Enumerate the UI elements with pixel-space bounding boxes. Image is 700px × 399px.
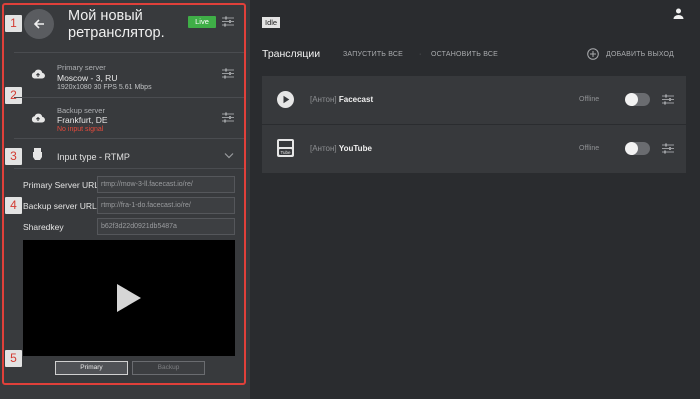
play-icon[interactable] <box>117 284 141 312</box>
relay-title: Мой новый ретранслятор. <box>68 8 165 41</box>
toggle-knob <box>625 142 638 155</box>
input-type-label[interactable]: Input type - RTMP <box>57 152 130 162</box>
add-output-button[interactable]: ДОБАВИТЬ ВЫХОД <box>606 51 674 58</box>
stop-all-button[interactable]: ОСТАНОВИТЬ ВСЕ <box>431 51 498 58</box>
primary-server-stats: 1920x1080 30 FPS 5.61 Mbps <box>57 84 152 91</box>
stream-row[interactable]: [Антон] Facecast Offline <box>262 76 686 124</box>
sharedkey-field[interactable]: b62f3d22d0921db5487a <box>97 218 235 235</box>
annotation-marker-5: 5 <box>5 350 22 367</box>
relay-settings-panel: 1 2 3 4 5 Мой новый ретранслятор. Live P… <box>0 0 250 399</box>
svg-text:Tube: Tube <box>280 150 291 155</box>
sharedkey-label: Sharedkey <box>23 222 64 232</box>
stream-name: [Антон] YouTube <box>310 144 372 153</box>
stream-toggle[interactable] <box>625 142 650 155</box>
backup-server-error: No input signal <box>57 126 104 133</box>
stream-row[interactable]: Tube [Антон] YouTube Offline <box>262 125 686 173</box>
chevron-down-icon[interactable] <box>224 152 234 159</box>
stream-owner: [Антон] <box>310 144 337 153</box>
user-account-icon[interactable] <box>673 8 684 19</box>
play-circle-icon <box>277 91 294 108</box>
separator-dot: · <box>419 51 422 58</box>
backup-server-location: Frankfurt, DE <box>57 115 108 125</box>
annotation-marker-3: 3 <box>5 148 22 165</box>
stream-settings-icon[interactable] <box>662 143 674 154</box>
primary-server-location: Moscow - 3, RU <box>57 73 118 83</box>
cloud-upload-icon <box>31 69 45 79</box>
backup-url-field[interactable]: rtmp://fra-1-do.facecast.io/re/ <box>97 197 235 214</box>
divider <box>14 52 244 53</box>
stream-title: Facecast <box>338 95 374 104</box>
stream-toggle[interactable] <box>625 93 650 106</box>
add-circle-icon[interactable] <box>587 48 599 60</box>
annotation-marker-1: 1 <box>5 15 22 32</box>
annotation-marker-4: 4 <box>5 197 22 214</box>
divider <box>14 168 244 169</box>
streams-title: Трансляции <box>262 48 321 60</box>
primary-url-field[interactable]: rtmp://mow-3-ll.facecast.io/re/ <box>97 176 235 193</box>
stream-settings-icon[interactable] <box>662 94 674 105</box>
stream-owner: [Антон] <box>310 95 337 104</box>
divider <box>14 138 244 139</box>
stream-status: Offline <box>579 145 600 152</box>
annotation-marker-2: 2 <box>5 87 22 104</box>
youtube-icon: Tube <box>277 139 294 157</box>
backup-server-label: Backup server <box>57 106 105 115</box>
toggle-knob <box>625 93 638 106</box>
primary-source-button[interactable]: Primary <box>55 361 128 375</box>
primary-url-label: Primary Server URL <box>23 180 100 190</box>
stream-title: YouTube <box>338 144 372 153</box>
live-badge: Live <box>188 16 216 28</box>
stream-name: [Антон] Facecast <box>310 95 373 104</box>
start-all-button[interactable]: ЗАПУСТИТЬ ВСЕ <box>343 51 403 58</box>
backup-server-settings-icon[interactable] <box>222 112 234 123</box>
relay-settings-icon[interactable] <box>222 16 234 27</box>
status-badge: Idle <box>262 17 281 28</box>
primary-server-settings-icon[interactable] <box>222 68 234 79</box>
backup-url-label: Backup server URL <box>23 201 97 211</box>
cloud-upload-icon <box>31 113 45 123</box>
stream-status: Offline <box>579 96 600 103</box>
primary-server-label: Primary server <box>57 63 106 72</box>
usb-plug-icon <box>33 148 42 160</box>
back-button[interactable] <box>24 9 54 39</box>
arrow-left-icon <box>33 19 44 29</box>
backup-source-button[interactable]: Backup <box>132 361 205 375</box>
divider <box>14 97 244 98</box>
